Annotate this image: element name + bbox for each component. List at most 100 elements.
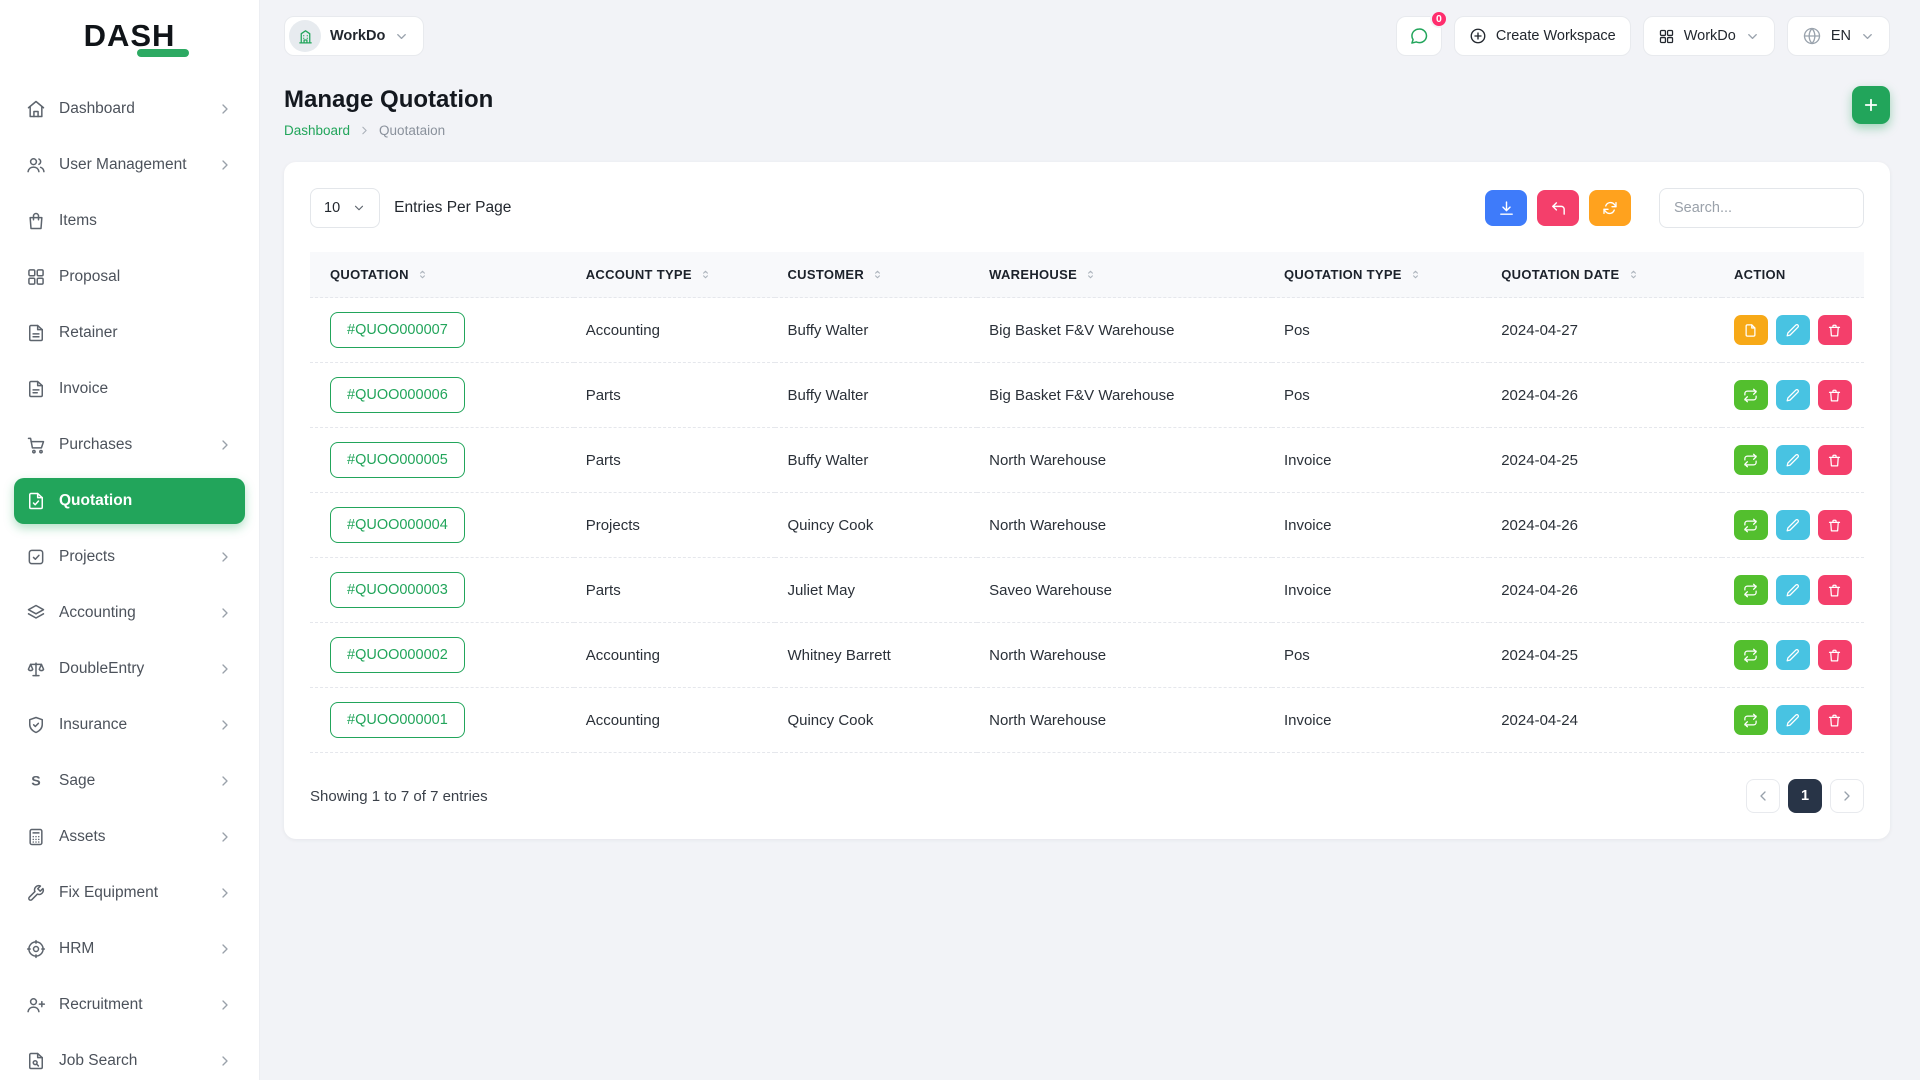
delete-button[interactable] — [1818, 575, 1852, 605]
refresh-button[interactable] — [1589, 190, 1631, 226]
quotation-number-link[interactable]: #QUOO000001 — [330, 702, 465, 738]
column-header-quotation-type[interactable]: QUOTATION TYPE — [1272, 252, 1489, 298]
convert-icon — [1743, 518, 1758, 533]
sidebar-item-invoice[interactable]: Invoice — [14, 366, 245, 412]
sidebar-item-retainer[interactable]: Retainer — [14, 310, 245, 356]
breadcrumb-dashboard-link[interactable]: Dashboard — [284, 123, 350, 138]
edit-button[interactable] — [1776, 640, 1810, 670]
language-selector[interactable]: EN — [1787, 16, 1890, 56]
edit-button[interactable] — [1776, 315, 1810, 345]
convert-button[interactable] — [1734, 380, 1768, 410]
duplicate-button[interactable] — [1734, 315, 1768, 345]
row-actions — [1734, 575, 1852, 605]
sidebar-item-fix-equipment[interactable]: Fix Equipment — [14, 870, 245, 916]
column-header-quotation[interactable]: QUOTATION — [310, 252, 574, 298]
convert-icon — [1743, 648, 1758, 663]
jobsearch-icon — [26, 1051, 46, 1071]
chevron-right-icon — [217, 997, 233, 1013]
convert-icon — [1743, 388, 1758, 403]
page-title: Manage Quotation — [284, 86, 493, 114]
sidebar-item-sage[interactable]: Sage — [14, 758, 245, 804]
entries-per-page-select[interactable]: 10 — [310, 188, 380, 228]
grid-icon — [1658, 28, 1675, 45]
next-page-button[interactable] — [1830, 779, 1864, 813]
quotation-number-link[interactable]: #QUOO000002 — [330, 637, 465, 673]
edit-button[interactable] — [1776, 705, 1810, 735]
page-number-button[interactable]: 1 — [1788, 779, 1822, 813]
sidebar-item-assets[interactable]: Assets — [14, 814, 245, 860]
cell-warehouse: North Warehouse — [977, 623, 1272, 688]
row-actions — [1734, 640, 1852, 670]
convert-button[interactable] — [1734, 705, 1768, 735]
cell-quotation-type: Pos — [1272, 298, 1489, 363]
chevron-right-icon — [217, 549, 233, 565]
apps-menu-button[interactable]: WorkDo — [1643, 16, 1775, 56]
sort-icon — [1409, 268, 1422, 281]
chevron-down-icon — [1745, 29, 1760, 44]
create-quotation-button[interactable] — [1852, 86, 1890, 124]
sidebar-item-accounting[interactable]: Accounting — [14, 590, 245, 636]
convert-button[interactable] — [1734, 575, 1768, 605]
export-button[interactable] — [1485, 190, 1527, 226]
edit-button[interactable] — [1776, 380, 1810, 410]
cell-customer: Quincy Cook — [775, 493, 977, 558]
quotation-number-link[interactable]: #QUOO000003 — [330, 572, 465, 608]
sidebar-item-insurance[interactable]: Insurance — [14, 702, 245, 748]
convert-button[interactable] — [1734, 640, 1768, 670]
sidebar-item-job-search[interactable]: Job Search — [14, 1038, 245, 1080]
workspace-avatar — [289, 20, 321, 52]
edit-icon — [1785, 453, 1800, 468]
quotation-number-link[interactable]: #QUOO000004 — [330, 507, 465, 543]
sidebar-item-label: Insurance — [59, 716, 127, 734]
quotation-number-link[interactable]: #QUOO000006 — [330, 377, 465, 413]
delete-button[interactable] — [1818, 640, 1852, 670]
sage-icon — [26, 771, 46, 791]
table-row: #QUOO000003 Parts Juliet May Saveo Wareh… — [310, 558, 1864, 623]
cell-quotation-type: Pos — [1272, 623, 1489, 688]
messages-button[interactable]: 0 — [1396, 16, 1442, 56]
sidebar-item-label: Fix Equipment — [59, 884, 158, 902]
entries-per-page-label: Entries Per Page — [394, 199, 511, 217]
sidebar-item-quotation[interactable]: Quotation — [14, 478, 245, 524]
quotation-number-link[interactable]: #QUOO000005 — [330, 442, 465, 478]
delete-button[interactable] — [1818, 445, 1852, 475]
column-header-warehouse[interactable]: WAREHOUSE — [977, 252, 1272, 298]
undo-button[interactable] — [1537, 190, 1579, 226]
sidebar-item-items[interactable]: Items — [14, 198, 245, 244]
items-icon — [26, 211, 46, 231]
edit-button[interactable] — [1776, 510, 1810, 540]
edit-button[interactable] — [1776, 445, 1810, 475]
table-footer: Showing 1 to 7 of 7 entries 1 — [310, 779, 1864, 813]
convert-button[interactable] — [1734, 445, 1768, 475]
trash-icon — [1827, 713, 1842, 728]
search-input[interactable] — [1659, 188, 1864, 228]
sidebar-item-label: User Management — [59, 156, 187, 174]
previous-page-button[interactable] — [1746, 779, 1780, 813]
column-header-account-type[interactable]: ACCOUNT TYPE — [574, 252, 776, 298]
sidebar-item-projects[interactable]: Projects — [14, 534, 245, 580]
column-header-customer[interactable]: CUSTOMER — [775, 252, 977, 298]
sort-icon — [1627, 268, 1640, 281]
column-header-quotation-date[interactable]: QUOTATION DATE — [1489, 252, 1722, 298]
sidebar-item-doubleentry[interactable]: DoubleEntry — [14, 646, 245, 692]
edit-button[interactable] — [1776, 575, 1810, 605]
sidebar-item-user-management[interactable]: User Management — [14, 142, 245, 188]
create-workspace-button[interactable]: Create Workspace — [1454, 16, 1631, 56]
delete-button[interactable] — [1818, 380, 1852, 410]
showing-entries-text: Showing 1 to 7 of 7 entries — [310, 788, 488, 805]
workspace-switcher[interactable]: WorkDo — [284, 16, 424, 56]
sidebar-item-purchases[interactable]: Purchases — [14, 422, 245, 468]
delete-button[interactable] — [1818, 705, 1852, 735]
sidebar-item-proposal[interactable]: Proposal — [14, 254, 245, 300]
delete-button[interactable] — [1818, 315, 1852, 345]
sidebar-item-recruitment[interactable]: Recruitment — [14, 982, 245, 1028]
convert-button[interactable] — [1734, 510, 1768, 540]
quotation-number-link[interactable]: #QUOO000007 — [330, 312, 465, 348]
sidebar-item-dashboard[interactable]: Dashboard — [14, 86, 245, 132]
logo[interactable]: DASH — [0, 0, 259, 72]
sidebar-item-hrm[interactable]: HRM — [14, 926, 245, 972]
delete-button[interactable] — [1818, 510, 1852, 540]
sidebar-item-label: Retainer — [59, 324, 118, 342]
undo-icon — [1550, 200, 1567, 217]
table-row: #QUOO000001 Accounting Quincy Cook North… — [310, 688, 1864, 753]
